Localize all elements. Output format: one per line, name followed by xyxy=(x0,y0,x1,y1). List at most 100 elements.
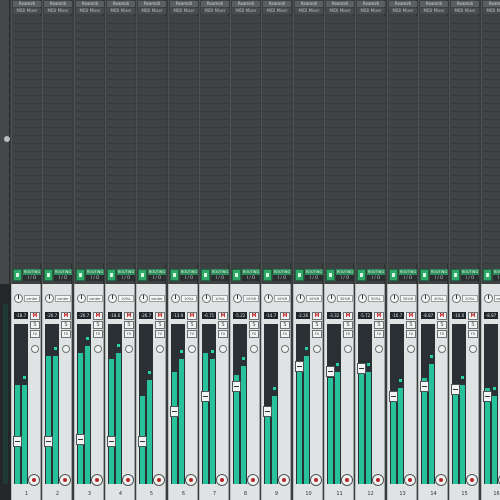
phase-icon[interactable] xyxy=(281,345,289,353)
route-icon[interactable] xyxy=(451,269,460,281)
pan-knob-icon[interactable] xyxy=(452,294,461,303)
mute-button[interactable]: M xyxy=(30,312,40,320)
route-icon[interactable] xyxy=(357,269,366,281)
io-button[interactable]: I / O xyxy=(211,275,229,281)
fx-button[interactable]: FX xyxy=(61,330,71,338)
input-tab[interactable]: MIDI Mixer xyxy=(389,8,417,14)
phase-icon[interactable] xyxy=(188,345,196,353)
input-tab[interactable]: MIDI Mixer xyxy=(295,8,323,14)
volume-fader[interactable] xyxy=(263,406,272,417)
input-tab[interactable]: MIDI Mixer xyxy=(232,8,260,14)
route-icon[interactable] xyxy=(170,269,179,281)
fx-slot-list[interactable] xyxy=(76,16,104,264)
track-name-tab[interactable]: Reamidi xyxy=(107,1,135,7)
volume-fader[interactable] xyxy=(44,436,53,447)
input-tab[interactable]: MIDI Mixer xyxy=(107,8,135,14)
pan-knob-icon[interactable] xyxy=(108,294,117,303)
pan-knob-icon[interactable] xyxy=(139,294,148,303)
volume-fader[interactable] xyxy=(420,381,429,392)
io-button[interactable]: I / O xyxy=(148,275,166,281)
record-arm-icon[interactable] xyxy=(185,474,197,486)
route-icon[interactable] xyxy=(201,269,210,281)
input-tab[interactable]: MIDI Mixer xyxy=(170,8,198,14)
fx-slot-list[interactable] xyxy=(170,16,198,264)
volume-fader[interactable] xyxy=(483,391,492,402)
pan-knob-icon[interactable] xyxy=(358,294,367,303)
mute-button[interactable]: M xyxy=(406,312,416,320)
input-tab[interactable]: MIDI Mixer xyxy=(13,8,41,14)
phase-icon[interactable] xyxy=(313,345,321,353)
record-arm-icon[interactable] xyxy=(122,474,134,486)
pan-knob-icon[interactable] xyxy=(77,294,86,303)
record-arm-icon[interactable] xyxy=(91,474,103,486)
io-button[interactable]: I / O xyxy=(399,275,417,281)
fx-button[interactable]: FX xyxy=(437,330,447,338)
input-tab[interactable]: MIDI Mixer xyxy=(138,8,166,14)
fx-slot-list[interactable] xyxy=(357,16,385,264)
phase-icon[interactable] xyxy=(469,345,477,353)
mute-button[interactable]: M xyxy=(61,312,71,320)
phase-icon[interactable] xyxy=(344,345,352,353)
pan-knob-icon[interactable] xyxy=(421,294,430,303)
route-icon[interactable] xyxy=(107,269,116,281)
io-button[interactable]: I / O xyxy=(242,275,260,281)
fx-slot-list[interactable] xyxy=(420,16,448,264)
record-arm-icon[interactable] xyxy=(466,474,478,486)
phase-icon[interactable] xyxy=(250,345,258,353)
volume-fader[interactable] xyxy=(170,406,179,417)
fx-button[interactable]: FX xyxy=(30,330,40,338)
pan-knob-icon[interactable] xyxy=(171,294,180,303)
track-name-tab[interactable]: Reamidi xyxy=(263,1,291,7)
phase-icon[interactable] xyxy=(407,345,415,353)
route-icon[interactable] xyxy=(389,269,398,281)
fx-button[interactable]: FX xyxy=(374,330,384,338)
volume-fader[interactable] xyxy=(107,436,116,447)
volume-fader[interactable] xyxy=(138,436,147,447)
fx-button[interactable]: FX xyxy=(155,330,165,338)
fx-button[interactable]: FX xyxy=(312,330,322,338)
solo-button[interactable]: S xyxy=(218,321,228,329)
mute-button[interactable]: M xyxy=(343,312,353,320)
record-arm-icon[interactable] xyxy=(216,474,228,486)
fx-slot-list[interactable] xyxy=(201,16,229,264)
fx-button[interactable]: FX xyxy=(249,330,259,338)
fx-slot-list[interactable] xyxy=(326,16,354,264)
input-tab[interactable]: MIDI Mixer xyxy=(201,8,229,14)
volume-fader[interactable] xyxy=(76,434,85,445)
track-name-tab[interactable]: Reamidi xyxy=(357,1,385,7)
volume-fader[interactable] xyxy=(13,436,22,447)
solo-button[interactable]: S xyxy=(155,321,165,329)
solo-button[interactable]: S xyxy=(93,321,103,329)
mute-button[interactable]: M xyxy=(437,312,447,320)
io-button[interactable]: I / O xyxy=(180,275,198,281)
fx-slot-list[interactable] xyxy=(13,16,41,264)
io-button[interactable]: I / O xyxy=(367,275,385,281)
fx-button[interactable]: FX xyxy=(93,330,103,338)
io-button[interactable]: I / O xyxy=(23,275,41,281)
pan-knob-icon[interactable] xyxy=(484,294,493,303)
route-icon[interactable] xyxy=(44,269,53,281)
track-name-tab[interactable]: Reamidi xyxy=(451,1,479,7)
route-icon[interactable] xyxy=(76,269,85,281)
track-name-tab[interactable]: Reamidi xyxy=(201,1,229,7)
phase-icon[interactable] xyxy=(438,345,446,353)
record-arm-icon[interactable] xyxy=(28,474,40,486)
fx-button[interactable]: FX xyxy=(187,330,197,338)
input-tab[interactable]: MIDI Mixer xyxy=(263,8,291,14)
solo-button[interactable]: S xyxy=(61,321,71,329)
solo-button[interactable]: S xyxy=(30,321,40,329)
pan-knob-icon[interactable] xyxy=(264,294,273,303)
solo-button[interactable]: S xyxy=(406,321,416,329)
mute-button[interactable]: M xyxy=(124,312,134,320)
track-name-tab[interactable]: Reamidi xyxy=(170,1,198,7)
record-arm-icon[interactable] xyxy=(278,474,290,486)
record-arm-icon[interactable] xyxy=(341,474,353,486)
fx-button[interactable]: FX xyxy=(406,330,416,338)
input-tab[interactable]: MIDI Mixer xyxy=(326,8,354,14)
io-button[interactable]: I / O xyxy=(493,275,500,281)
track-name-tab[interactable]: Reamidi xyxy=(326,1,354,7)
track-name-tab[interactable]: Reamidi xyxy=(44,1,72,7)
route-icon[interactable] xyxy=(138,269,147,281)
solo-button[interactable]: S xyxy=(343,321,353,329)
volume-fader[interactable] xyxy=(451,384,460,395)
